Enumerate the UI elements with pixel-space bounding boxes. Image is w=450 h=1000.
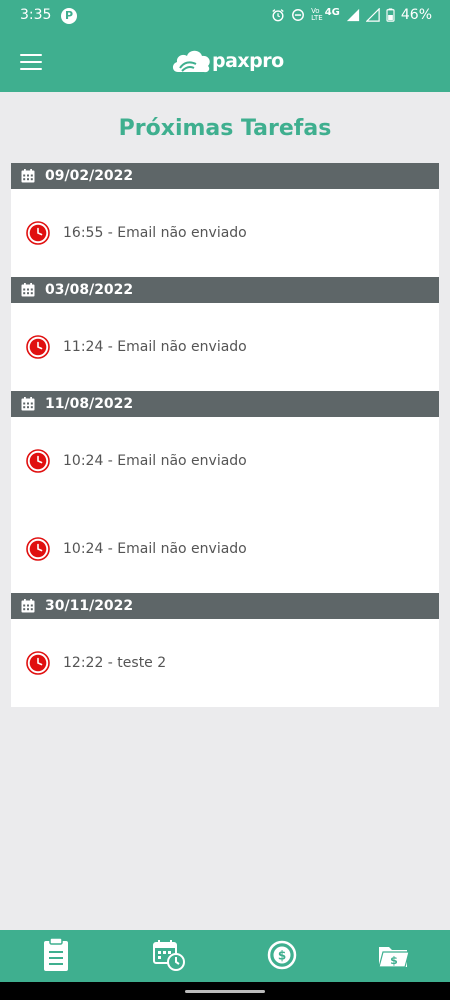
alarm-icon: [272, 9, 284, 22]
bottom-navigation: $ $: [0, 930, 450, 982]
calendar-icon: [21, 397, 35, 411]
calendar-clock-icon: [153, 940, 185, 971]
system-gesture-area: [0, 982, 450, 1000]
alarm-clock-icon: [26, 651, 50, 675]
do-not-disturb-icon: [292, 9, 305, 21]
dollar-coin-icon: $: [267, 940, 297, 970]
calendar-icon: [21, 283, 35, 297]
network-label: Vo LTE: [311, 7, 323, 22]
date-label: 30/11/2022: [45, 598, 134, 614]
battery-icon: [386, 8, 395, 22]
date-group-tasks: 16:55 - Email não enviado: [11, 189, 439, 277]
status-indicators: Vo LTE 4G 46%: [271, 7, 432, 23]
date-label: 09/02/2022: [45, 168, 134, 184]
task-text: 10:24 - Email não enviado: [63, 541, 247, 557]
battery-percentage: 46%: [400, 7, 432, 23]
page-title: Próximas Tarefas: [118, 116, 332, 141]
date-header: 30/11/2022: [11, 593, 439, 619]
task-item[interactable]: 12:22 - teste 2: [11, 619, 439, 707]
date-label: 03/08/2022: [45, 282, 134, 298]
task-text: 16:55 - Email não enviado: [63, 225, 247, 241]
task-text: 10:24 - Email não enviado: [63, 453, 247, 469]
network-type: 4G: [324, 6, 340, 18]
date-header: 03/08/2022: [11, 277, 439, 303]
logo-text: paxpro: [212, 50, 284, 72]
date-header: 09/02/2022: [11, 163, 439, 189]
app-logo: paxpro: [170, 44, 284, 78]
task-list: 09/02/2022 16:55 - Email não enviado 03/08…: [11, 163, 439, 707]
task-text: 12:22 - teste 2: [63, 655, 167, 671]
menu-button[interactable]: [20, 54, 42, 72]
alarm-clock-icon: [26, 537, 50, 561]
status-time: 3:35: [20, 7, 52, 23]
signal-icon-2: [365, 8, 380, 22]
notification-icon: P: [61, 8, 77, 24]
calendar-icon: [21, 169, 35, 183]
nav-finance[interactable]: $: [265, 938, 299, 972]
date-group-tasks: 12:22 - teste 2: [11, 619, 439, 707]
signal-icon: [346, 8, 359, 22]
task-item[interactable]: 11:24 - Email não enviado: [11, 303, 439, 391]
task-text: 11:24 - Email não enviado: [63, 339, 247, 355]
date-label: 11/08/2022: [45, 396, 134, 412]
task-item[interactable]: 16:55 - Email não enviado: [11, 189, 439, 277]
clipboard-icon: [44, 937, 68, 971]
alarm-clock-icon: [26, 221, 50, 245]
nav-schedule[interactable]: [152, 938, 186, 972]
hamburger-menu-icon: [20, 54, 42, 56]
date-header: 11/08/2022: [11, 391, 439, 417]
date-group-tasks: 10:24 - Email não enviado 10:24 - Email n…: [11, 417, 439, 593]
task-item[interactable]: 10:24 - Email não enviado: [11, 505, 439, 593]
nav-payments[interactable]: $: [377, 938, 411, 972]
alarm-clock-icon: [26, 335, 50, 359]
money-folder-icon: $: [378, 947, 410, 968]
svg-text:$: $: [390, 954, 398, 967]
home-gesture-handle[interactable]: [185, 990, 265, 993]
nav-tasks[interactable]: [39, 937, 73, 972]
calendar-icon: [21, 599, 35, 613]
task-item[interactable]: 10:24 - Email não enviado: [11, 417, 439, 505]
date-group-tasks: 11:24 - Email não enviado: [11, 303, 439, 391]
app-bar: paxpro: [0, 32, 450, 92]
status-bar: 3:35 P Vo LTE 4G 46%: [0, 0, 450, 32]
cloud-logo-icon: [172, 50, 210, 73]
alarm-clock-icon: [26, 449, 50, 473]
svg-text:$: $: [278, 949, 286, 963]
